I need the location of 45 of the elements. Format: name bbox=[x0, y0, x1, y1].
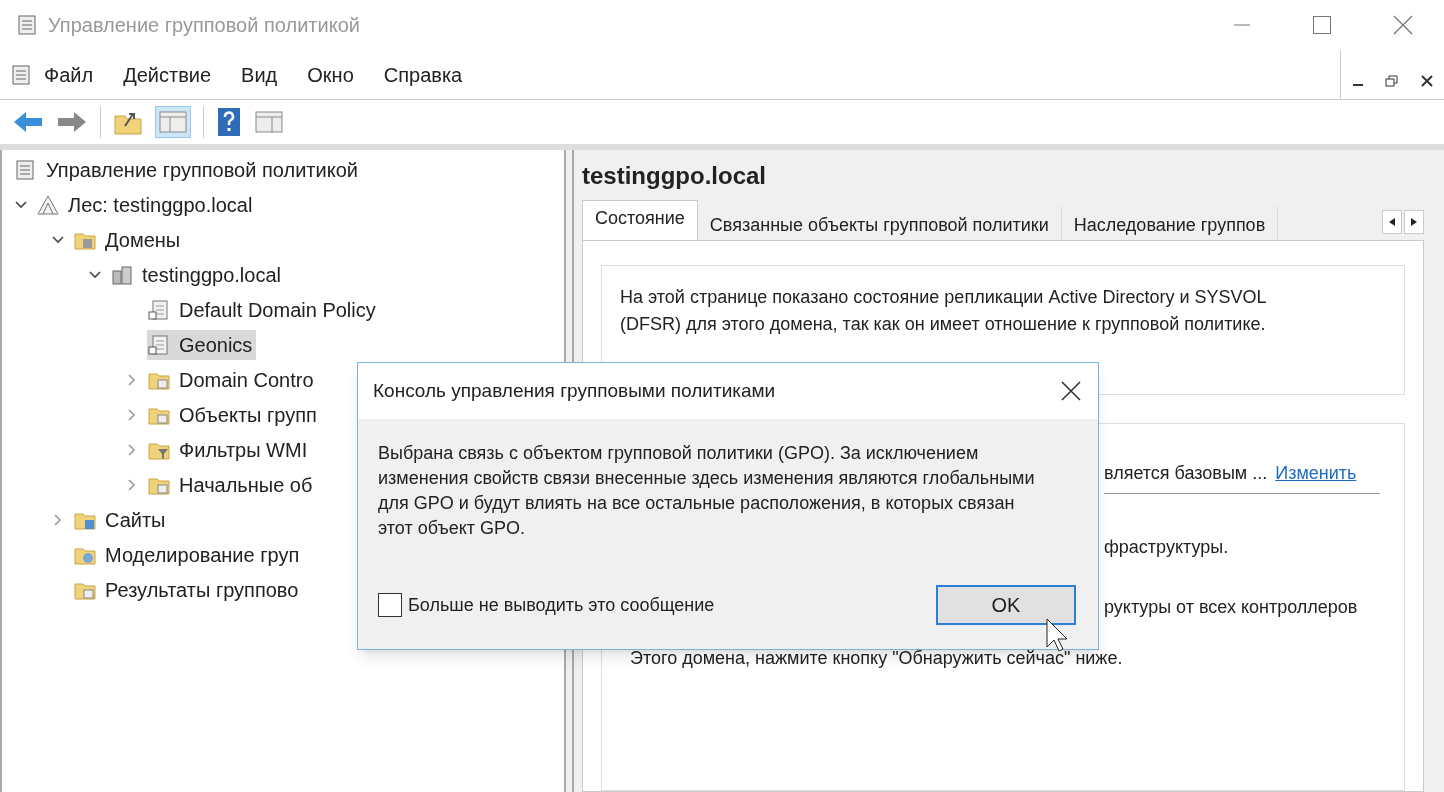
intro-text: На этой странице показано состояние репликации Active Directory и SYSVOL (DFSR) для этого домена, так как он имеет отношение к групповой политике. bbox=[620, 286, 1267, 336]
menu-item[interactable]: Действие bbox=[123, 59, 212, 90]
tree-item[interactable]: Domain Contro bbox=[147, 364, 318, 395]
right-triangle-icon bbox=[1411, 218, 1417, 226]
menu-item[interactable]: Окно bbox=[307, 59, 354, 90]
document-icon bbox=[147, 297, 171, 322]
tree-item[interactable]: Результаты группово bbox=[73, 574, 303, 605]
tree-item[interactable]: Управление групповой политикой bbox=[46, 154, 358, 185]
dialog-message: Выбрана связь с объектом групповой политики (GPO). За исключением изменения свойств связи внесенные здесь изменения являются глобальными для GPO и будут влиять на все остальные расположения, в которых связан этот объект GPO. bbox=[377, 442, 1036, 540]
checkbox-label: Больше не выводить это сообщение bbox=[408, 593, 716, 617]
window-title: Управление групповой политикой bbox=[48, 13, 360, 38]
controllers-text: руктуры от всех контроллеров bbox=[1104, 596, 1359, 619]
help-icon[interactable] bbox=[216, 107, 242, 137]
infrastructure-text: фраструктуры. bbox=[1104, 536, 1230, 559]
menu-item[interactable]: Файл bbox=[44, 59, 94, 90]
left-triangle-icon bbox=[1389, 218, 1395, 226]
domain-title: testinggpo.local bbox=[582, 161, 767, 191]
tree-item[interactable]: Объекты групп bbox=[147, 399, 321, 430]
tree-item[interactable]: Фильтры WMI bbox=[147, 434, 312, 465]
tab[interactable]: Состояние bbox=[582, 200, 698, 240]
tree-item[interactable]: Geonics bbox=[147, 329, 257, 360]
menu-item[interactable]: Вид bbox=[241, 59, 278, 90]
tree-item[interactable]: Начальные об bbox=[147, 469, 317, 500]
panel-icon bbox=[158, 109, 188, 135]
close-icon[interactable] bbox=[1419, 73, 1434, 88]
ok-button[interactable]: OK bbox=[936, 585, 1076, 625]
tree-item[interactable]: Сайты bbox=[73, 504, 170, 535]
document-icon bbox=[147, 332, 171, 357]
maximize-icon[interactable] bbox=[1312, 15, 1332, 35]
dialog-title: Консоль управления групповыми политиками bbox=[373, 378, 777, 403]
baseline-text: вляется базовым ... bbox=[1104, 462, 1268, 485]
restore-icon[interactable] bbox=[1385, 73, 1400, 88]
close-icon[interactable] bbox=[1060, 380, 1082, 402]
scroll-right-button[interactable] bbox=[1404, 210, 1424, 234]
menu-item[interactable]: Справка bbox=[383, 59, 463, 90]
tree-item[interactable]: Моделирование груп bbox=[73, 539, 304, 570]
checkbox[interactable] bbox=[378, 593, 402, 617]
tree-item[interactable]: Домены bbox=[73, 224, 185, 255]
mouse-cursor-icon bbox=[1046, 618, 1068, 652]
scroll-left-button[interactable] bbox=[1382, 210, 1402, 234]
tree-item[interactable]: testinggpo.local bbox=[110, 259, 285, 290]
tree-item[interactable]: Лес: testinggpo.local bbox=[36, 189, 257, 220]
change-link[interactable]: Изменить bbox=[1275, 460, 1357, 487]
tree-item[interactable]: Default Domain Policy bbox=[147, 294, 380, 325]
hint-text: Этого домена, нажмите кнопку "Обнаружить сейчас" ниже. bbox=[630, 647, 1123, 670]
